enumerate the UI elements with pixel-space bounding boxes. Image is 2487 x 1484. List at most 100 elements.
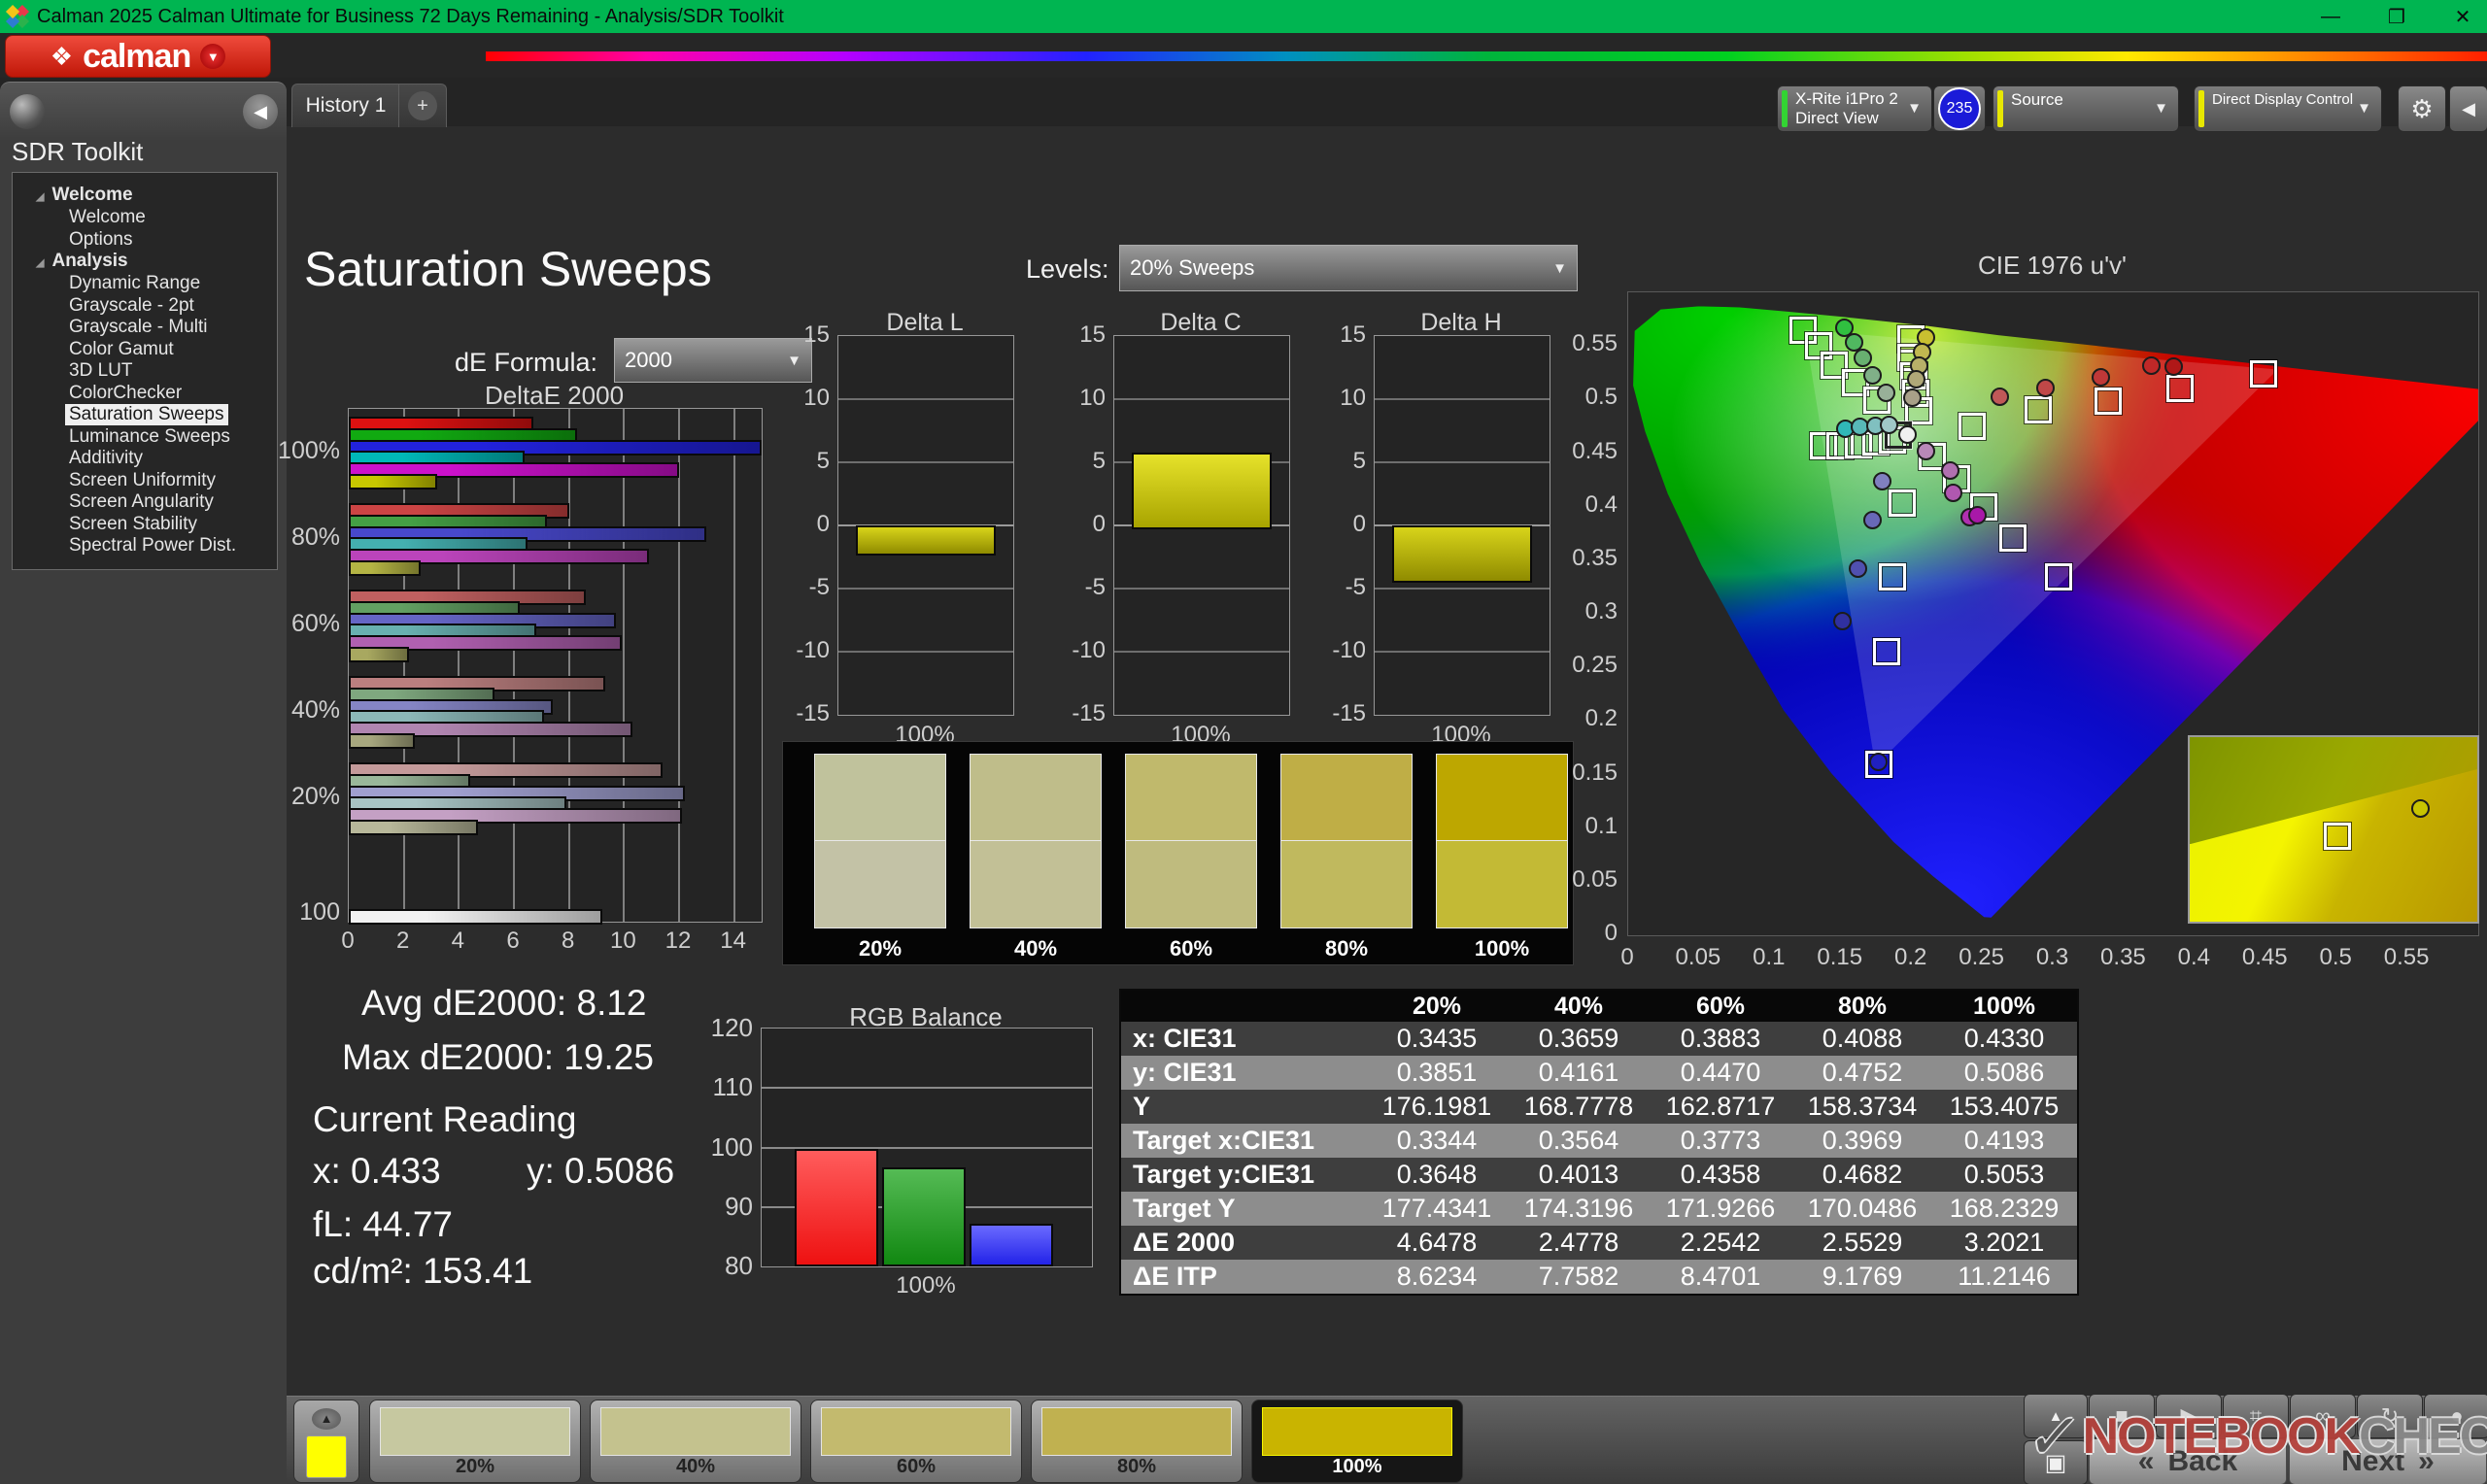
- tree-item-3d-lut[interactable]: 3D LUT: [69, 360, 132, 382]
- tree-item-welcome[interactable]: Welcome: [69, 207, 146, 228]
- play-button[interactable]: ▶: [2156, 1394, 2222, 1438]
- deltae-bar-40%-yellow: [349, 733, 415, 749]
- tree-item-dynamic-range[interactable]: Dynamic Range: [69, 273, 200, 294]
- patch-button-80%[interactable]: 80%: [1031, 1400, 1243, 1483]
- tree-item-grayscale-2pt[interactable]: Grayscale - 2pt: [69, 295, 194, 317]
- expander-icon[interactable]: ◢: [36, 191, 44, 203]
- cie-target-marker: [1879, 563, 1907, 591]
- display-control-label: Direct Display Control: [2212, 91, 2354, 108]
- add-tab-button[interactable]: +: [398, 84, 447, 127]
- cie-measured-marker: [2091, 368, 2110, 388]
- row-value: 0.4682: [1822, 1160, 1903, 1189]
- stop-button[interactable]: ▣: [2024, 1440, 2088, 1484]
- cie-x-tick: 0.25: [1959, 944, 2004, 970]
- tree-item-saturation-sweeps[interactable]: Saturation Sweeps: [65, 404, 228, 425]
- row-value: 0.4470: [1680, 1058, 1761, 1087]
- patch-button-40%[interactable]: 40%: [590, 1400, 801, 1483]
- window-title: Calman 2025 Calman Ultimate for Business…: [37, 5, 784, 27]
- x-tick: 8: [561, 928, 575, 954]
- display-control-status-stripe: [2198, 90, 2204, 127]
- patch-color-20%: [380, 1407, 570, 1456]
- tree-group-welcome[interactable]: ◢ Welcome: [36, 185, 133, 206]
- source-selector[interactable]: Source ▼: [1993, 85, 2179, 132]
- tree-item-grayscale-multi[interactable]: Grayscale - Multi: [69, 317, 208, 338]
- next-label: Next: [2341, 1445, 2405, 1477]
- rgb-balance-chart: [761, 1028, 1093, 1267]
- gridline: [458, 409, 460, 922]
- patch-panel-up-button[interactable]: ▲: [2024, 1394, 2088, 1438]
- close-button[interactable]: ✕: [2448, 5, 2477, 29]
- tree-item-colorchecker[interactable]: ColorChecker: [69, 383, 182, 404]
- cie-y-tick: 0.45: [1572, 437, 1618, 464]
- cie-x-tick: 0.05: [1675, 944, 1721, 970]
- row-label: Target y:CIE31: [1133, 1160, 1315, 1189]
- back-button[interactable]: « Back: [2089, 1438, 2287, 1484]
- minimize-button[interactable]: —: [2316, 6, 2345, 28]
- meter-status-stripe: [1782, 90, 1788, 127]
- cie-target-marker: [1873, 637, 1901, 665]
- play-icon: ▶: [2180, 1403, 2197, 1428]
- row-value: 0.5086: [1963, 1058, 2045, 1087]
- loop-button[interactable]: ∞: [2290, 1394, 2356, 1438]
- collapse-panel-button[interactable]: ◀: [2449, 85, 2487, 132]
- workflow-tree: ◢ Welcome Welcome Options ◢ Analysis Dynamic R…: [12, 172, 278, 570]
- cie-measured-marker: [1868, 753, 1888, 772]
- row-value: 168.2329: [1949, 1194, 2060, 1223]
- tree-item-screen-stability[interactable]: Screen Stability: [69, 514, 197, 535]
- x-tick: 2: [395, 928, 410, 954]
- tree-item-options[interactable]: Options: [69, 229, 132, 251]
- tab-history-1-label: History 1: [305, 94, 387, 117]
- cie-x-tick: 0: [1620, 944, 1634, 970]
- rgb-bar-blue: [970, 1223, 1053, 1266]
- tree-item-luminance-sweeps[interactable]: Luminance Sweeps: [69, 426, 230, 448]
- row-value: 0.3969: [1822, 1126, 1903, 1155]
- tree-item-color-gamut[interactable]: Color Gamut: [69, 339, 174, 360]
- patch-button-60%[interactable]: 60%: [810, 1400, 1022, 1483]
- deltae-group-label: 40%: [290, 696, 340, 724]
- delta_c-bar: [1132, 452, 1272, 529]
- sidebar-collapse-button[interactable]: ◀: [243, 94, 278, 129]
- patch-window-button[interactable]: ▲: [293, 1400, 359, 1483]
- patch-label: 60%: [896, 1456, 937, 1477]
- row-value: 0.4088: [1822, 1024, 1903, 1053]
- meter-count-badge[interactable]: 235: [1933, 85, 1986, 132]
- chevron-down-icon: ▼: [1552, 259, 1567, 277]
- calman-menu-button[interactable]: ❖ calman ▼: [5, 35, 271, 78]
- record-button[interactable]: ●: [2424, 1394, 2487, 1438]
- tree-item-additivity[interactable]: Additivity: [69, 448, 143, 469]
- sidebar-sphere-button[interactable]: [10, 94, 45, 129]
- next-button[interactable]: Next »: [2289, 1438, 2487, 1484]
- refresh-button[interactable]: ↻: [2357, 1394, 2423, 1438]
- cie-y-tick: 0.5: [1584, 384, 1618, 411]
- bottom-bar: ▲ 20% 40% 60% 80% 100% ▲ ▣ ■ ▶ ⌗ ∞ ↻ ● « Back Nex…: [287, 1394, 2487, 1484]
- x-tick: 14: [720, 928, 746, 954]
- row-label: Target Y: [1133, 1194, 1236, 1223]
- cie-y-tick: 0.25: [1572, 652, 1618, 679]
- gridline: [567, 409, 570, 922]
- delta_c-ytick: -5: [1084, 574, 1106, 600]
- meter-selector[interactable]: X-Rite i1Pro 2 Direct View ▼: [1777, 85, 1932, 132]
- row-value: 162.8717: [1665, 1092, 1776, 1121]
- patch-button-100%[interactable]: 100%: [1251, 1400, 1463, 1483]
- tab-history-1[interactable]: History 1: [291, 84, 400, 127]
- display-control-selector[interactable]: Direct Display Control ▼: [2194, 85, 2382, 132]
- patch-button-20%[interactable]: 20%: [369, 1400, 581, 1483]
- chevron-down-icon: ▼: [1907, 100, 1922, 117]
- chevron-down-icon: ▼: [787, 352, 801, 369]
- tree-item-screen-uniformity[interactable]: Screen Uniformity: [69, 470, 216, 491]
- cie-target-marker: [2025, 396, 2053, 424]
- expander-icon[interactable]: ◢: [36, 257, 44, 269]
- read-button[interactable]: ⌗: [2223, 1394, 2289, 1438]
- current-fl: fL: 44.77: [313, 1204, 454, 1244]
- maximize-button[interactable]: ❐: [2382, 5, 2411, 29]
- gear-icon: ⚙: [2410, 93, 2434, 123]
- tree-item-spectral-power-dist-[interactable]: Spectral Power Dist.: [69, 535, 236, 556]
- stop-button[interactable]: ■: [2089, 1394, 2155, 1438]
- tree-group-analysis[interactable]: ◢ Analysis: [36, 251, 128, 272]
- tree-item-screen-angularity[interactable]: Screen Angularity: [69, 491, 214, 513]
- settings-button[interactable]: ⚙: [2398, 85, 2446, 132]
- cie-y-tick: 0: [1604, 920, 1618, 946]
- levels-dropdown[interactable]: 20% Sweeps ▼: [1119, 245, 1578, 291]
- gridline: [732, 409, 735, 922]
- row-label: y: CIE31: [1133, 1058, 1237, 1087]
